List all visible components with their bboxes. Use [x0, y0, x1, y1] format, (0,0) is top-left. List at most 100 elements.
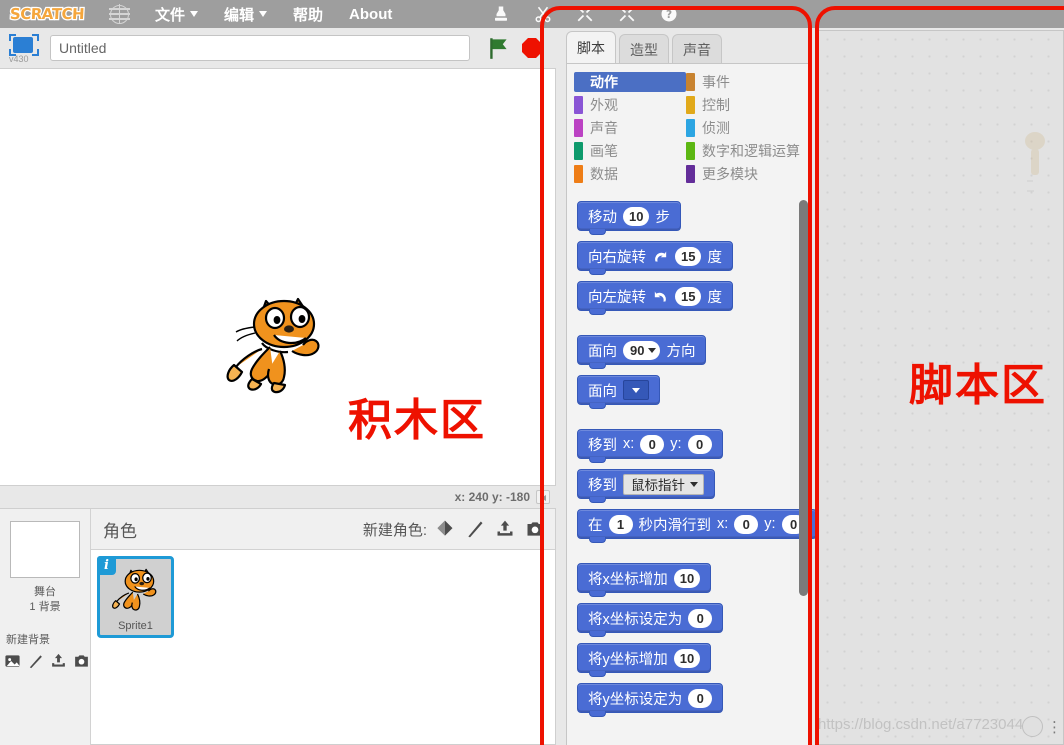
block-text: x: [623, 436, 635, 452]
block-input-x[interactable]: 0 [734, 514, 759, 534]
block-text: 方向 [666, 343, 696, 360]
category-operators[interactable]: 数字和逻辑运算 [686, 141, 806, 161]
sprite-card-sprite1[interactable]: i Sprite1 [97, 556, 174, 638]
block-group-divider [577, 549, 801, 563]
block-input-x[interactable]: 0 [640, 434, 665, 454]
block-text: 秒内滑行到 [638, 517, 712, 534]
stage-thumb-title: 舞台 [34, 586, 56, 598]
block-dropdown-target[interactable] [623, 380, 649, 400]
category-operators-label: 数字和逻辑运算 [702, 143, 800, 159]
block-change-y-by[interactable]: 将y坐标增加 10 [577, 643, 712, 677]
grow-icon[interactable] [576, 5, 594, 23]
toolbar: ? [492, 5, 678, 23]
menu-item-about-label: About [349, 5, 393, 23]
block-move-steps[interactable]: 移动 10 步 [577, 201, 681, 235]
category-control-label: 控制 [702, 97, 730, 113]
scissors-icon[interactable] [534, 5, 552, 23]
tab-scripts[interactable]: 脚本 [566, 31, 616, 64]
menu-item-help-label: 帮助 [293, 6, 324, 24]
category-control[interactable]: 控制 [686, 95, 806, 115]
tab-sounds[interactable]: 声音 [672, 34, 722, 64]
menu-item-file[interactable]: 文件 [155, 4, 199, 25]
help-icon[interactable]: ? [660, 5, 678, 23]
block-text: 将x坐标设定为 [588, 611, 683, 628]
category-events[interactable]: 事件 [686, 72, 806, 92]
menu-item-about[interactable]: About [349, 6, 392, 23]
tab-costumes-label: 造型 [630, 41, 658, 58]
stamp-icon[interactable] [492, 5, 510, 23]
svg-text:?: ? [666, 9, 672, 21]
chevron-down-icon [690, 481, 698, 487]
block-change-x-by[interactable]: 将x坐标增加 10 [577, 563, 712, 597]
globe-icon[interactable] [109, 3, 130, 25]
brush-icon[interactable] [465, 519, 485, 539]
kebab-menu-icon[interactable]: ⋮ [1047, 718, 1062, 736]
menu-item-file-label: 文件 [155, 6, 186, 24]
block-input-degrees[interactable]: 15 [675, 286, 702, 306]
palette-scrollbar[interactable] [799, 200, 808, 596]
stop-icon[interactable] [520, 36, 544, 60]
block-set-y-to[interactable]: 将y坐标设定为 0 [577, 683, 724, 717]
block-input-y[interactable]: 0 [687, 434, 712, 454]
block-text: 度 [707, 289, 722, 306]
category-pen[interactable]: 画笔 [574, 141, 686, 161]
new-sprite-label: 新建角色: [362, 521, 427, 539]
project-title-input[interactable] [50, 35, 470, 61]
tab-costumes[interactable]: 造型 [619, 34, 669, 64]
block-point-direction[interactable]: 面向 90 方向 [577, 335, 707, 369]
category-motion[interactable]: 动作 [574, 72, 686, 92]
menu-item-edit[interactable]: 编辑 [224, 4, 268, 25]
green-flag-icon[interactable] [486, 35, 512, 61]
block-turn-left[interactable]: 向左旋转 15 度 [577, 281, 733, 315]
image-icon[interactable] [4, 652, 21, 670]
block-input-steps[interactable]: 10 [623, 206, 650, 226]
block-input-x[interactable]: 0 [688, 608, 713, 628]
block-input-dx[interactable]: 10 [673, 568, 701, 588]
stage-canvas[interactable]: 积木区 [0, 68, 556, 486]
category-more-blocks[interactable]: 更多模块 [686, 164, 806, 184]
dropdown-value: 鼠标指针 [631, 478, 685, 493]
search-icon[interactable] [1022, 716, 1043, 737]
block-turn-right[interactable]: 向右旋转 15 度 [577, 241, 733, 275]
stage-thumbnail[interactable] [10, 521, 80, 578]
paint-new-icon[interactable] [435, 519, 455, 539]
block-dropdown-go-target[interactable]: 鼠标指针 [623, 473, 704, 495]
scratch-logo[interactable]: SCRATCH [5, 4, 88, 25]
camera-icon[interactable] [525, 519, 545, 539]
block-point-towards[interactable]: 面向 [577, 375, 660, 409]
upload-icon[interactable] [50, 652, 67, 670]
block-glide-to-xy[interactable]: 在 1 秒内滑行到 x: 0 y: 0 [577, 509, 817, 543]
category-swatch [686, 142, 695, 160]
block-input-dy[interactable]: 10 [673, 648, 701, 668]
block-text: 移到 [588, 437, 617, 454]
block-input-secs[interactable]: 1 [608, 514, 633, 534]
brush-icon[interactable] [27, 652, 44, 670]
upload-icon[interactable] [495, 519, 515, 539]
block-dropdown-direction[interactable]: 90 [623, 340, 661, 360]
category-sound[interactable]: 声音 [574, 118, 686, 138]
chevron-down-icon [259, 11, 268, 17]
block-input-degrees[interactable]: 15 [675, 246, 702, 266]
stage-coordinate-bar: x: 240 y: -180 [0, 486, 556, 508]
category-data[interactable]: 数据 [574, 164, 686, 184]
block-set-x-to[interactable]: 将x坐标设定为 0 [577, 603, 724, 637]
block-input-y[interactable]: 0 [688, 688, 713, 708]
chevron-down-icon [648, 347, 657, 353]
category-looks-label: 外观 [590, 97, 618, 113]
chevron-left-icon[interactable] [536, 490, 550, 504]
stage-column[interactable]: 舞台 1 背景 新建背景 [0, 509, 91, 745]
menu-item-help[interactable]: 帮助 [293, 4, 323, 25]
block-text: 面向 [588, 343, 617, 360]
script-workspace[interactable]: 脚本区 [818, 30, 1064, 745]
block-go-to-target[interactable]: 移到 鼠标指针 [577, 469, 715, 503]
block-go-to-xy[interactable]: 移到 x: 0 y: 0 [577, 429, 723, 463]
shrink-icon[interactable] [618, 5, 636, 23]
scratch-cat-sprite[interactable] [222, 291, 340, 394]
category-looks[interactable]: 外观 [574, 95, 686, 115]
camera-icon[interactable] [73, 652, 90, 670]
category-motion-label: 动作 [590, 74, 618, 90]
category-sensing[interactable]: 侦测 [686, 118, 806, 138]
version-label: v430 [9, 54, 29, 64]
blocks-area-annotation: 积木区 [348, 395, 486, 446]
block-text: y: [670, 436, 682, 452]
